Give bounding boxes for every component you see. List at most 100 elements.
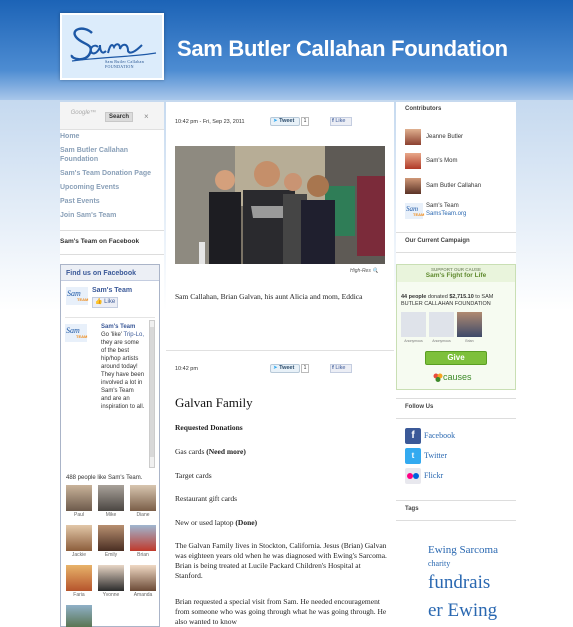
fan-avatar[interactable] [98,525,124,551]
fan-avatar[interactable] [130,485,156,511]
fan-name[interactable]: Faria [66,592,92,598]
fan-avatar[interactable] [66,565,92,591]
fan-avatar[interactable] [66,485,92,511]
sidebar-divider [396,500,516,501]
contributor-name[interactable]: Sam's Mom [426,158,457,164]
donor-avatar[interactable] [429,312,454,337]
donor-name: Anonymous [404,339,423,343]
post-paragraph: Brian requested a special visit from Sam… [175,597,387,626]
contributor-avatar[interactable] [405,153,421,169]
left-sidebar: Google™ Search × Home Sam Butler Callaha… [60,102,164,627]
nav-item-upcoming-events[interactable]: Upcoming Events [60,183,164,192]
donor-avatar[interactable] [457,312,482,337]
fan-name[interactable]: Mike [98,512,124,518]
contributor-item[interactable]: Jeanne Butler [405,129,515,147]
contributor-avatar[interactable] [405,129,421,145]
facebook-post-body-2: they are some of the best hip/hop artist… [101,340,145,410]
fan-avatar[interactable] [66,525,92,551]
post-timestamp[interactable]: 10:42 pm - Fri, Sep 23, 2011 [175,119,245,125]
facebook-page-name[interactable]: Sam's Team [92,287,132,294]
fan-name[interactable]: Emily [98,552,124,558]
follow-facebook-link[interactable]: f Facebook [405,428,505,444]
donation-item-note: (Done) [235,518,258,527]
follow-twitter-link[interactable]: t Twitter [405,448,505,464]
campaign-name[interactable]: Sam's Fight for Life [397,272,515,279]
tags-title: Tags [405,506,419,512]
magnifier-icon: 🔍 [372,268,379,274]
contributor-item[interactable]: Sam's Mom [405,153,515,171]
donation-item-text: New or used laptop [175,518,236,527]
facebook-like-button[interactable]: 👍 Like [92,297,118,308]
nav-item-join-team[interactable]: Join Sam's Team [60,211,164,220]
tweet-button[interactable]: ➤ Tweet [270,364,300,373]
fan-name[interactable]: Paul [66,512,92,518]
sidebar-divider [60,254,164,255]
facebook-like-label: Like [335,365,346,371]
contributor-link[interactable]: SamsTeam.org [426,211,466,217]
twitter-icon: t [405,448,421,464]
donor-avatar[interactable] [401,312,426,337]
causes-logo[interactable]: causes [443,372,472,382]
tag-link[interactable]: Ewing Sarcoma [428,544,498,556]
search-button[interactable]: Search [105,112,133,122]
post-paragraph: The Galvan Family lives in Stockton, Cal… [175,541,387,580]
tag-link[interactable]: fundrais [428,572,490,594]
search-input[interactable]: Google™ [64,110,100,122]
facebook-post-author[interactable]: Sam's Team [101,324,135,330]
facebook-f-icon: f [332,365,334,371]
facebook-like-button[interactable]: f Like [330,364,352,373]
tweet-button[interactable]: ➤ Tweet [270,117,300,126]
fan-name[interactable]: Brian [130,552,156,558]
contributor-name[interactable]: Jeanne Butler [426,134,463,140]
follow-flickr-link[interactable]: Flickr [405,468,505,484]
give-button[interactable]: Give [425,351,487,365]
tag-link[interactable]: charity [428,559,450,568]
campaign-amount: $2,715.10 [449,294,474,300]
sams-team-logo[interactable]: Sam TEAM [65,324,87,342]
flickr-icon [405,468,421,484]
fan-name[interactable]: Jackie [66,552,92,558]
facebook-box-title[interactable]: Find us on Facebook [61,265,159,281]
contributor-name[interactable]: Sam's Team [426,203,459,209]
fan-avatar[interactable] [98,565,124,591]
tweet-count: 1 [301,364,309,373]
facebook-post-link[interactable]: Trip-Lo, [124,332,144,338]
main-navigation: Home Sam Butler Callahan Foundation Sam'… [60,132,164,225]
fan-avatar[interactable] [130,565,156,591]
facebook-like-button[interactable]: f Like [330,117,352,126]
sams-team-logo[interactable]: Sam TEAM [405,203,424,219]
search-bar: Google™ Search × [60,102,164,130]
fan-name[interactable]: Diane [130,512,156,518]
follow-label: Twitter [424,451,447,460]
nav-item-home[interactable]: Home [60,132,164,141]
nav-item-donation-page[interactable]: Sam's Team Donation Page [60,169,164,178]
contributor-avatar[interactable] [405,178,421,194]
contributor-name[interactable]: Sam Butler Callahan [426,183,481,189]
site-title[interactable]: Sam Butler Callahan Foundation [177,36,508,62]
nav-item-past-events[interactable]: Past Events [60,197,164,206]
post-timestamp[interactable]: 10:42 pm [175,366,198,372]
clear-search-icon[interactable]: × [144,112,149,121]
fan-name[interactable]: Yvonne [98,592,124,598]
contributor-item[interactable]: Sam Butler Callahan [405,178,515,196]
facebook-post-scrollbar[interactable] [149,320,155,468]
tag-link[interactable]: er Ewing [428,600,497,622]
fan-avatar[interactable] [130,525,156,551]
post-photo[interactable] [175,146,385,264]
sidebar-divider [396,520,516,521]
facebook-f-icon: f [332,118,334,124]
nav-item-foundation[interactable]: Sam Butler Callahan Foundation [60,146,164,164]
sams-team-logo[interactable]: Sam TEAM [66,287,88,305]
fan-avatar[interactable] [98,485,124,511]
fan-name[interactable]: Amanda [130,592,156,598]
fan-avatar[interactable] [66,605,92,627]
campaign-donation-summary: 44 people donated $2,715.10 to SAM BUTLE… [401,294,513,308]
contributor-item[interactable]: Sam TEAM Sam's Team SamsTeam.org [405,203,515,225]
high-res-link[interactable]: High-Res 🔍 [350,268,378,274]
foundation-logo[interactable]: Sam Butler Callahan FOUNDATION [60,13,164,80]
thumbs-up-icon: 👍 [95,299,103,305]
campaign-section-title: Our Current Campaign [405,238,470,244]
facebook-post-body-1: Go 'like' [101,332,122,338]
post-title[interactable]: Galvan Family [175,395,253,411]
scrollbar-thumb[interactable] [150,327,154,457]
